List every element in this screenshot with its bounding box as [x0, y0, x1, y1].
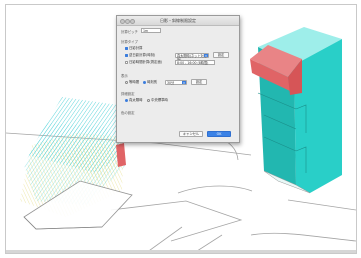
- pitch-input[interactable]: 1m: [141, 28, 161, 33]
- viewport[interactable]: 日影・斜線制限設定 計算ピッチ 1m 計算タイプ 日影計算 逆日影計算(時刻) …: [5, 4, 357, 254]
- calc-type-label: 計算タイプ: [121, 40, 138, 44]
- cancel-button[interactable]: キャンセル: [179, 131, 203, 137]
- dialog-title: 日影・斜線制限設定: [160, 18, 196, 23]
- checkbox-unchecked-icon[interactable]: [125, 60, 128, 64]
- radio-selected-icon[interactable]: [125, 98, 128, 102]
- radio-icon[interactable]: [147, 98, 150, 102]
- radio-by-time[interactable]: 時刻別: [143, 80, 157, 85]
- chevron-down-icon: ▾: [204, 54, 208, 58]
- opt-shadow[interactable]: 日影計算: [125, 46, 143, 51]
- opt-reverse[interactable]: 逆日影計算(時刻): [125, 53, 155, 58]
- building-model[interactable]: [250, 27, 342, 194]
- ok-button[interactable]: OK: [207, 131, 231, 137]
- radio-icon[interactable]: [125, 80, 128, 84]
- display-label: 表示: [121, 74, 128, 78]
- time-mode-select[interactable]: 真太陽時(ネット対応版) ▾: [175, 53, 209, 62]
- detail-label: 詳細設定: [121, 92, 135, 96]
- pitch-label: 計算ピッチ: [121, 30, 138, 34]
- settings-dialog[interactable]: 日影・斜線制限設定 計算ピッチ 1m 計算タイプ 日影計算 逆日影計算(時刻) …: [116, 15, 240, 143]
- display-settings-button[interactable]: 設定: [191, 79, 207, 85]
- radio-selected-icon[interactable]: [143, 80, 146, 84]
- chevron-down-icon: ▾: [182, 81, 186, 85]
- radio-solar-time[interactable]: 真太陽時: [125, 98, 143, 103]
- zoom-dot-icon[interactable]: [130, 19, 135, 24]
- radio-standard-time[interactable]: 中央標準時: [147, 98, 168, 103]
- radio-equal-time[interactable]: 等時間: [125, 80, 139, 85]
- opt-time-calc[interactable]: 日影時間計算(測定面): [125, 60, 162, 65]
- dialog-titlebar: 日影・斜線制限設定: [117, 16, 239, 26]
- color-settings-label: 色の設定: [121, 111, 135, 115]
- set-button[interactable]: 設定: [213, 52, 229, 58]
- interval-select[interactable]: 30分 ▾: [165, 80, 187, 85]
- checkbox-checked-icon[interactable]: [125, 53, 128, 57]
- checkbox-checked-icon[interactable]: [125, 46, 128, 50]
- time-range-input[interactable]: 8:00 - 16:00 (8時間): [175, 60, 215, 65]
